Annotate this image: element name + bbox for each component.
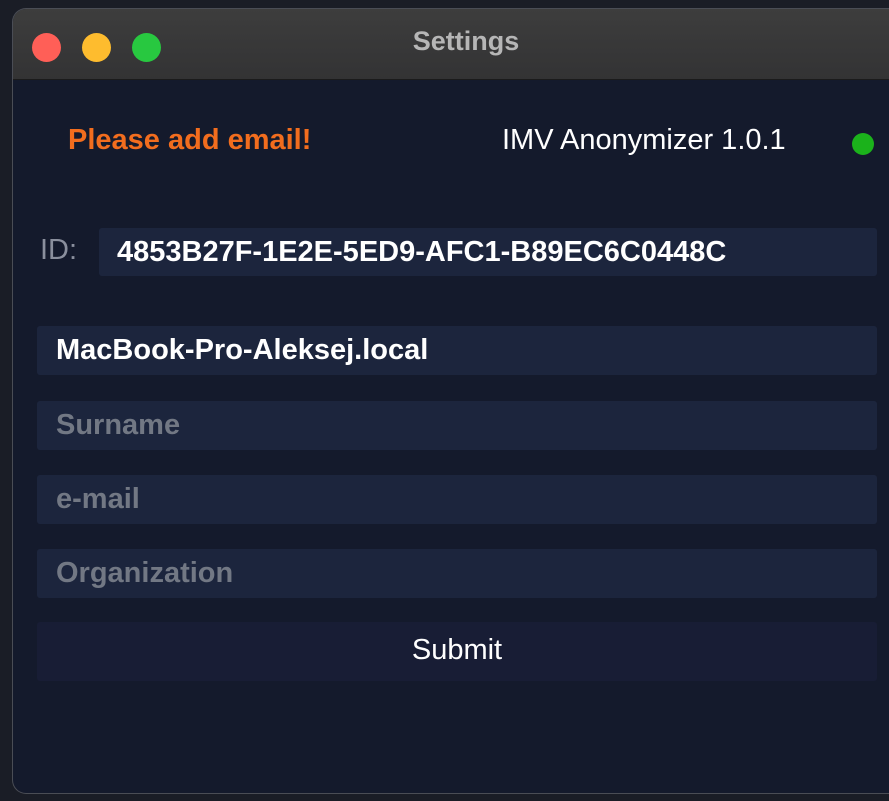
id-label: ID: (40, 234, 78, 266)
submit-button[interactable]: Submit (37, 622, 877, 681)
id-field[interactable]: 4853B27F-1E2E-5ED9-AFC1-B89EC6C0448C (99, 228, 877, 276)
organization-field[interactable]: Organization (37, 549, 877, 598)
app-version: IMV Anonymizer 1.0.1 (502, 124, 786, 156)
settings-content: Please add email! IMV Anonymizer 1.0.1 I… (13, 80, 889, 793)
window-title: Settings (412, 26, 520, 56)
status-indicator-icon (852, 133, 874, 155)
surname-field[interactable]: Surname (37, 401, 877, 450)
title-bar[interactable]: Settings (13, 9, 889, 80)
settings-window: Settings Please add email! IMV Anonymize… (12, 8, 889, 794)
email-field[interactable]: e-mail (37, 475, 877, 524)
hostname-field[interactable]: MacBook-Pro-Aleksej.local (37, 326, 877, 375)
email-warning: Please add email! (68, 124, 312, 156)
